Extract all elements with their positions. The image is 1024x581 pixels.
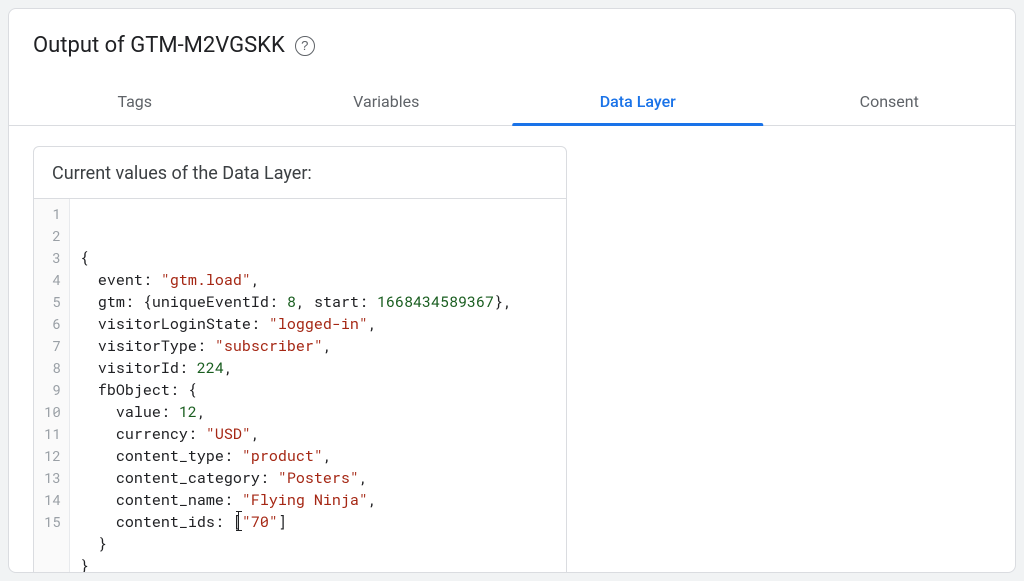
line-number: 2 [44, 225, 61, 247]
tab-bar: Tags Variables Data Layer Consent [9, 78, 1015, 126]
line-number: 3 [44, 247, 61, 269]
code-line[interactable]: visitorType: "subscriber", [80, 335, 556, 357]
code-line[interactable]: { [80, 247, 556, 269]
line-number: 11 [44, 423, 61, 445]
code-line[interactable]: content_category: "Posters", [80, 467, 556, 489]
card-title: Current values of the Data Layer: [34, 147, 566, 199]
line-gutter: 123456789101112131415 [34, 199, 70, 573]
tab-consent[interactable]: Consent [764, 78, 1016, 125]
line-number: 8 [44, 357, 61, 379]
code-line[interactable]: visitorId: 224, [80, 357, 556, 379]
line-number: 1 [44, 203, 61, 225]
line-number: 15 [44, 511, 61, 533]
code-line[interactable]: value: 12, [80, 401, 556, 423]
code-line[interactable]: } [80, 555, 556, 573]
line-number: 10 [44, 401, 61, 423]
help-icon[interactable]: ? [295, 36, 315, 56]
data-layer-card: Current values of the Data Layer: 123456… [33, 146, 567, 573]
code-block[interactable]: 123456789101112131415 { event: "gtm.load… [34, 199, 566, 573]
code-body[interactable]: { event: "gtm.load", gtm: {uniqueEventId… [70, 199, 566, 573]
tab-content: Current values of the Data Layer: 123456… [9, 126, 1015, 573]
code-line[interactable]: currency: "USD", [80, 423, 556, 445]
panel-title: Output of GTM-M2VGSKK [33, 33, 285, 58]
code-line[interactable]: event: "gtm.load", [80, 269, 556, 291]
code-line[interactable]: fbObject: { [80, 379, 556, 401]
line-number: 12 [44, 445, 61, 467]
code-line[interactable]: content_name: "Flying Ninja", [80, 489, 556, 511]
line-number: 5 [44, 291, 61, 313]
line-number: 9 [44, 379, 61, 401]
code-line[interactable]: content_type: "product", [80, 445, 556, 467]
tab-tags[interactable]: Tags [9, 78, 261, 125]
output-panel: Output of GTM-M2VGSKK ? Tags Variables D… [8, 8, 1016, 573]
line-number: 13 [44, 467, 61, 489]
tab-variables[interactable]: Variables [261, 78, 513, 125]
line-number: 4 [44, 269, 61, 291]
code-line[interactable]: } [80, 533, 556, 555]
line-number: 14 [44, 489, 61, 511]
line-number: 6 [44, 313, 61, 335]
line-number: 7 [44, 335, 61, 357]
code-line[interactable]: visitorLoginState: "logged-in", [80, 313, 556, 335]
code-line[interactable]: gtm: {uniqueEventId: 8, start: 166843458… [80, 291, 556, 313]
panel-header: Output of GTM-M2VGSKK ? [9, 9, 1015, 78]
text-cursor-icon [238, 511, 239, 531]
code-line[interactable]: content_ids: ["70"] [80, 511, 556, 533]
tab-data-layer[interactable]: Data Layer [512, 78, 764, 125]
